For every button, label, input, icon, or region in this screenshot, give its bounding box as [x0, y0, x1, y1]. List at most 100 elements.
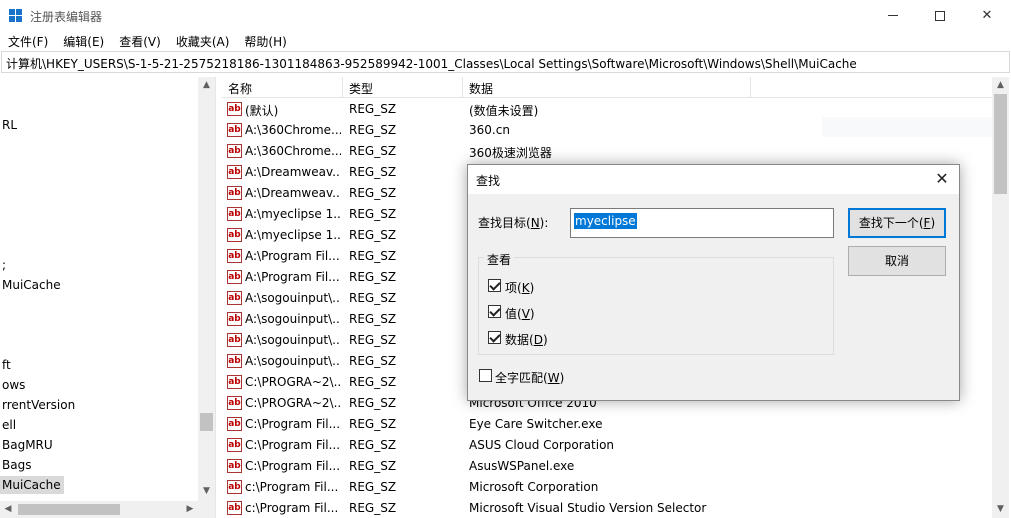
data-checkbox[interactable]	[488, 331, 501, 344]
maximize-button[interactable]	[917, 0, 963, 31]
menu-edit[interactable]: 编辑(E)	[55, 31, 111, 51]
value-type: REG_SZ	[349, 228, 397, 242]
string-value-icon: ab	[227, 333, 242, 347]
list-vertical-scrollbar[interactable]: ▲ ▼	[992, 77, 1009, 518]
value-name: A:\myeclipse 1...	[245, 207, 341, 221]
value-type: REG_SZ	[349, 291, 397, 305]
tree-item[interactable]: ft	[0, 356, 11, 374]
tree-horizontal-scrollbar[interactable]: ◀ ▶	[0, 501, 215, 518]
value-name: c:\Program Fil...	[245, 480, 339, 494]
regedit-app-icon	[9, 9, 23, 23]
value-name: C:\Program Fil...	[245, 438, 341, 452]
scroll-down-arrow-icon[interactable]: ▼	[992, 501, 1009, 517]
string-value-icon: ab	[227, 438, 242, 452]
value-name: C:\Program Fil...	[245, 459, 341, 473]
value-type: REG_SZ	[349, 501, 397, 515]
scroll-down-arrow-icon[interactable]: ▼	[198, 483, 215, 499]
menu-file[interactable]: 文件(F)	[0, 31, 55, 51]
list-row[interactable]: ab C:\Program Fil... REG_SZ ASUS Cloud Corp…	[222, 435, 992, 456]
tree-vertical-scrollbar[interactable]: ▲ ▼	[198, 77, 215, 501]
address-bar[interactable]: 计算机\HKEY_USERS\S-1-5-21-2575218186-13011…	[1, 51, 1010, 73]
value-data: 360极速浏览器	[469, 146, 552, 160]
scroll-thumb[interactable]	[200, 413, 213, 431]
menu-bar: 文件(F) 编辑(E) 查看(V) 收藏夹(A) 帮助(H)	[0, 31, 294, 51]
list-row[interactable]: ab c:\Program Fil... REG_SZ Microsoft Corpo…	[222, 477, 992, 498]
string-value-icon: ab	[227, 228, 242, 242]
list-row[interactable]: ab C:\Program Fil... REG_SZ AsusWSPanel.exe	[222, 456, 992, 477]
value-name: A:\sogouinput\...	[245, 354, 341, 368]
value-type: REG_SZ	[349, 144, 397, 158]
tree-item[interactable]: ell	[0, 416, 16, 434]
scroll-left-arrow-icon[interactable]: ◀	[0, 501, 16, 518]
value-name: (默认)	[245, 104, 279, 118]
list-row[interactable]: ab A:\360Chrome... REG_SZ 360极速浏览器	[222, 141, 992, 162]
find-target-input[interactable]: myeclipse	[570, 208, 834, 238]
minimize-icon	[888, 15, 898, 16]
keys-checkbox-label[interactable]: 项(K)	[505, 279, 534, 296]
tree-item[interactable]: rrentVersion	[0, 396, 75, 414]
value-type: REG_SZ	[349, 123, 397, 137]
string-value-icon: ab	[227, 186, 242, 200]
tree-item[interactable]: RL	[0, 116, 17, 134]
keys-checkbox[interactable]	[488, 279, 501, 292]
scroll-thumb[interactable]	[18, 504, 120, 515]
whole-match-checkbox-label[interactable]: 全字匹配(W)	[495, 369, 564, 386]
value-data: ASUS Cloud Corporation	[469, 438, 615, 452]
value-name: A:\Dreamweav...	[245, 165, 341, 179]
value-type: REG_SZ	[349, 438, 397, 452]
menu-favorites[interactable]: 收藏夹(A)	[168, 31, 237, 51]
string-value-icon: ab	[227, 354, 242, 368]
string-value-icon: ab	[227, 249, 242, 263]
tree-item[interactable]: Bags	[0, 456, 31, 474]
maximize-icon	[935, 10, 945, 21]
string-value-icon: ab	[227, 165, 242, 179]
column-header-name[interactable]: 名称	[222, 77, 343, 98]
string-value-icon: ab	[227, 396, 242, 410]
list-header: 名称 类型 数据	[222, 77, 992, 98]
find-target-value: myeclipse	[574, 213, 637, 229]
data-checkbox-label[interactable]: 数据(D)	[505, 331, 548, 348]
tree-item-selected[interactable]: MuiCache	[0, 476, 64, 494]
tree-item[interactable]: BagMRU	[0, 436, 53, 454]
list-row[interactable]: ab (默认) REG_SZ (数值未设置)	[222, 99, 992, 120]
value-data: (数值未设置)	[469, 104, 539, 118]
tree-item[interactable]: ows	[0, 376, 25, 394]
dialog-close-icon[interactable]: ✕	[925, 165, 959, 194]
column-header-type[interactable]: 类型	[343, 77, 463, 98]
window-title: 注册表编辑器	[30, 10, 103, 24]
string-value-icon: ab	[227, 312, 242, 326]
list-row[interactable]: ab A:\360Chrome... REG_SZ 360.cn	[222, 120, 992, 141]
column-header-data[interactable]: 数据	[463, 77, 751, 98]
value-name: C:\Program Fil...	[245, 417, 341, 431]
string-value-icon: ab	[227, 270, 242, 284]
string-value-icon: ab	[227, 102, 242, 116]
find-next-button[interactable]: 查找下一个(F)	[848, 208, 946, 238]
menu-view[interactable]: 查看(V)	[111, 31, 168, 51]
list-row[interactable]: ab C:\Program Fil... REG_SZ Eye Care Switch…	[222, 414, 992, 435]
value-data: AsusWSPanel.exe	[469, 459, 575, 473]
tree-item[interactable]: MuiCache	[0, 276, 61, 294]
list-row[interactable]: ab c:\Program Fil... REG_SZ Microsoft Visua…	[222, 498, 992, 518]
whole-match-checkbox[interactable]	[479, 369, 492, 382]
scroll-thumb[interactable]	[994, 94, 1007, 194]
value-name: C:\PROGRA~2\...	[245, 396, 341, 410]
minimize-button[interactable]	[870, 0, 916, 31]
value-name: C:\PROGRA~2\...	[245, 375, 341, 389]
value-type: REG_SZ	[349, 459, 397, 473]
cancel-button[interactable]: 取消	[848, 246, 946, 276]
close-button[interactable]: ✕	[964, 0, 1010, 31]
dialog-title: 查找	[476, 174, 501, 188]
menu-help[interactable]: 帮助(H)	[236, 31, 293, 51]
look-at-group-title: 查看	[484, 251, 515, 268]
value-type: REG_SZ	[349, 165, 397, 179]
scroll-up-arrow-icon[interactable]: ▲	[992, 77, 1009, 93]
string-value-icon: ab	[227, 459, 242, 473]
scroll-right-arrow-icon[interactable]: ▶	[182, 501, 198, 518]
value-type: REG_SZ	[349, 354, 397, 368]
string-value-icon: ab	[227, 123, 242, 137]
scroll-up-arrow-icon[interactable]: ▲	[198, 77, 215, 93]
tree-item[interactable]: ;	[0, 256, 6, 274]
values-checkbox[interactable]	[488, 305, 501, 318]
value-type: REG_SZ	[349, 396, 397, 410]
values-checkbox-label[interactable]: 值(V)	[505, 305, 535, 322]
